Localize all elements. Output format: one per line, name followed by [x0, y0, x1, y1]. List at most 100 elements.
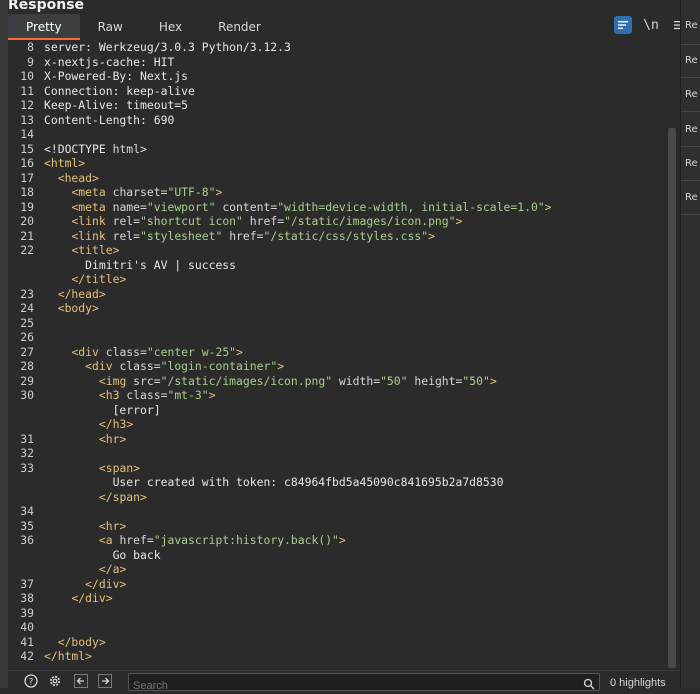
line-number: 38 — [20, 591, 34, 605]
line-number: 26 — [20, 330, 34, 344]
line-text: x-nextjs-cache: HIT — [44, 54, 175, 69]
line-text: <a href="javascript:history.back()"> — [98, 533, 346, 547]
line-text: </div> — [85, 576, 127, 591]
side-item[interactable]: Re — [685, 158, 700, 169]
line-text: <link rel="stylesheet" href="/static/css… — [71, 228, 435, 243]
bottom-search-bar: ? 0 highlights — [8, 670, 680, 694]
line-text: Dimitri's AV | success — [44, 257, 237, 272]
side-divider — [681, 77, 700, 78]
line-text: </head> — [57, 286, 106, 301]
line-number: 37 — [20, 576, 34, 591]
line-text: </div> — [71, 591, 113, 605]
line-text: Go back — [44, 547, 161, 562]
show-newlines-button[interactable]: \n — [642, 16, 660, 34]
line-text: </span> — [98, 489, 147, 504]
line-number: 12 — [20, 98, 34, 112]
line-number: 20 — [20, 214, 34, 228]
line-text: </a> — [98, 562, 127, 576]
line-number: 24 — [20, 301, 34, 315]
search-box — [128, 673, 600, 694]
side-item[interactable]: Re — [685, 192, 700, 203]
side-divider — [681, 44, 700, 45]
tab-hex[interactable]: Hex — [141, 14, 200, 40]
line-text: <hr> — [98, 431, 127, 446]
tab-render[interactable]: Render — [200, 14, 279, 40]
editor-scrollbar[interactable] — [668, 128, 676, 668]
line-number: 34 — [20, 504, 34, 518]
side-item[interactable]: Re — [685, 89, 700, 100]
highlights-count: 0 highlights — [610, 677, 666, 689]
line-number: 40 — [20, 620, 34, 634]
line-number: 36 — [20, 533, 34, 547]
gear-icon[interactable] — [46, 673, 64, 689]
line-text: <title> — [71, 243, 120, 257]
side-item[interactable]: Re — [685, 20, 700, 31]
line-text: X-Powered-By: Next.js — [44, 69, 189, 83]
line-number: 10 — [20, 69, 34, 83]
line-text: Connection: keep-alive — [44, 83, 195, 98]
line-text: </html> — [44, 649, 93, 663]
arrow-left-icon[interactable] — [72, 673, 90, 689]
response-code-editor[interactable]: 8 server: Werkzeug/3.0.3 Python/3.12.3 9 x-… — [8, 40, 668, 668]
line-number: 39 — [20, 605, 34, 620]
line-text: <html> — [44, 156, 86, 170]
side-divider — [681, 214, 700, 215]
wrap-lines-icon[interactable] — [614, 16, 632, 34]
line-text: <meta charset="UTF-8"> — [71, 185, 223, 199]
svg-text:?: ? — [29, 678, 34, 688]
line-number: 23 — [20, 286, 34, 301]
help-icon[interactable]: ? — [22, 673, 40, 689]
line-number: 13 — [20, 112, 34, 127]
line-number: 31 — [20, 431, 34, 446]
line-text: <h3 class="mt-3"> — [98, 388, 216, 402]
line-number: 29 — [20, 373, 34, 388]
line-number: 14 — [20, 127, 34, 141]
side-item[interactable]: Re — [685, 55, 700, 66]
line-number: 41 — [20, 634, 34, 649]
line-number: 25 — [20, 315, 34, 330]
line-text: <head> — [57, 170, 99, 185]
line-number: 8 — [27, 40, 34, 54]
line-text: </body> — [57, 634, 106, 649]
line-number: 42 — [20, 649, 34, 663]
side-item[interactable]: Re — [685, 124, 700, 135]
line-number: 17 — [20, 170, 34, 185]
line-number: 11 — [20, 83, 34, 98]
line-number: 18 — [20, 185, 34, 199]
line-text: Keep-Alive: timeout=5 — [44, 98, 189, 112]
line-text: server: Werkzeug/3.0.3 Python/3.12.3 — [44, 40, 291, 54]
line-number: 15 — [20, 141, 34, 156]
line-number: 9 — [27, 54, 34, 69]
search-input[interactable] — [129, 678, 577, 694]
panel-title: Response — [8, 0, 85, 12]
line-text: <meta name="viewport" content="width=dev… — [71, 199, 552, 214]
tab-raw[interactable]: Raw — [80, 14, 141, 40]
side-divider — [681, 180, 700, 181]
side-panel: Re Re Re Re Re Re — [680, 0, 700, 688]
line-text: </h3> — [98, 417, 134, 431]
line-number: 35 — [20, 518, 34, 533]
view-tabs: Pretty Raw Hex Render — [8, 14, 279, 40]
line-text: <span> — [98, 460, 141, 475]
line-number: 28 — [20, 359, 34, 373]
line-text: User created with token: c84964fbd5a4509… — [44, 475, 504, 489]
line-text: Content-Length: 690 — [44, 112, 175, 127]
line-text: <img src="/static/images/icon.png" width… — [98, 373, 497, 388]
line-number: 16 — [20, 156, 34, 170]
side-divider — [681, 111, 700, 112]
line-text: <body> — [57, 301, 99, 315]
line-number: 22 — [20, 243, 34, 257]
line-number: 27 — [20, 344, 34, 359]
search-icon[interactable] — [583, 675, 595, 694]
tab-pretty[interactable]: Pretty — [8, 14, 80, 40]
line-text: <hr> — [98, 518, 127, 533]
line-text: <div class="login-container"> — [85, 359, 285, 373]
editor-toolbar: \n — [614, 16, 688, 34]
line-text: <link rel="shortcut icon" href="/static/… — [71, 214, 463, 228]
line-number: 32 — [20, 446, 34, 460]
line-number: 33 — [20, 460, 34, 475]
line-number: 21 — [20, 228, 34, 243]
line-number: 19 — [20, 199, 34, 214]
side-divider — [681, 146, 700, 147]
arrow-right-icon[interactable] — [96, 673, 114, 689]
